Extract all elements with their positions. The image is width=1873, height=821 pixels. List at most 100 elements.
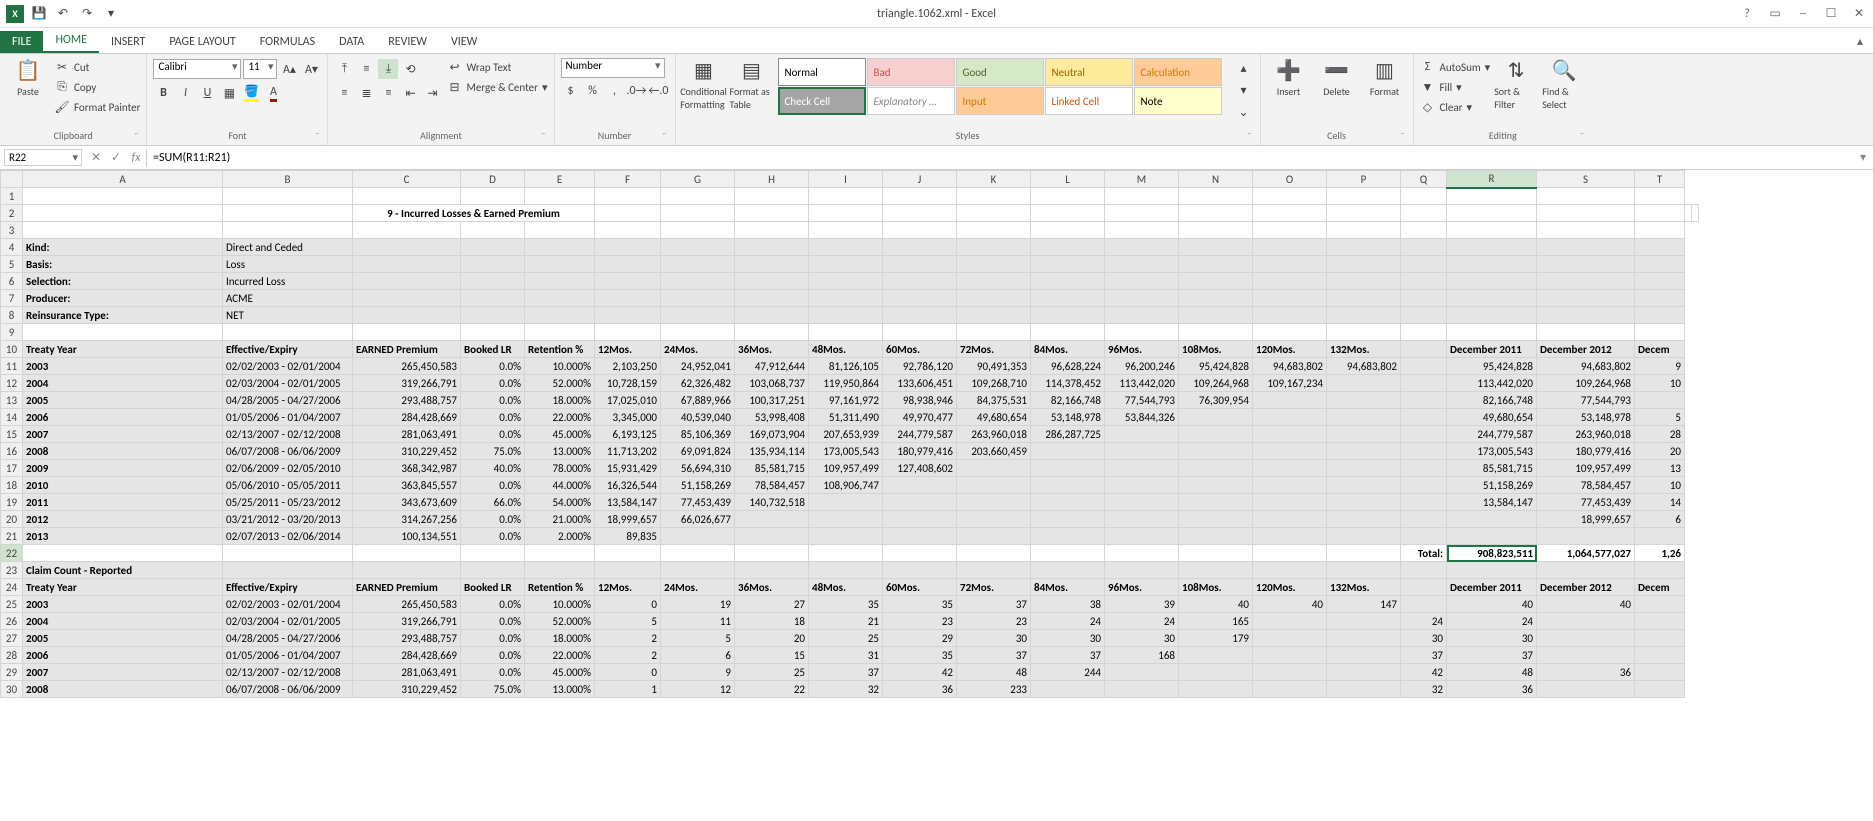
number-format-select[interactable]: Number bbox=[561, 58, 665, 78]
align-middle-button[interactable]: ≡ bbox=[356, 59, 376, 79]
cell-S27[interactable] bbox=[1537, 630, 1635, 647]
cell-G16[interactable]: 69,091,824 bbox=[661, 443, 735, 460]
cell-P18[interactable] bbox=[1327, 477, 1401, 494]
cell-P16[interactable] bbox=[1327, 443, 1401, 460]
cell-E25[interactable]: 10.000% bbox=[525, 596, 595, 613]
cell-T11[interactable]: 9 bbox=[1635, 358, 1685, 375]
cell-C27[interactable]: 293,488,757 bbox=[353, 630, 461, 647]
cell-K12[interactable]: 109,268,710 bbox=[957, 375, 1031, 392]
cell-F17[interactable]: 15,931,429 bbox=[595, 460, 661, 477]
cell-N6[interactable] bbox=[1179, 273, 1253, 290]
row-header-28[interactable]: 28 bbox=[1, 647, 23, 664]
cell-E8[interactable] bbox=[525, 307, 595, 324]
cell-P20[interactable] bbox=[1327, 511, 1401, 528]
dec-decimal-button[interactable]: ←.0 bbox=[649, 81, 669, 101]
cell-E6[interactable] bbox=[525, 273, 595, 290]
cell-D21[interactable]: 0.0% bbox=[461, 528, 525, 545]
cell-G20[interactable]: 66,026,677 bbox=[661, 511, 735, 528]
row-header-10[interactable]: 10 bbox=[1, 341, 23, 358]
cell-N26[interactable]: 165 bbox=[1179, 613, 1253, 630]
cell-H28[interactable]: 15 bbox=[735, 647, 809, 664]
cell-A26[interactable]: 2004 bbox=[23, 613, 223, 630]
cell-T17[interactable]: 13 bbox=[1635, 460, 1685, 477]
cell-J28[interactable]: 35 bbox=[883, 647, 957, 664]
row-header-11[interactable]: 11 bbox=[1, 358, 23, 375]
cell-R8[interactable] bbox=[1447, 307, 1537, 324]
cell-C15[interactable]: 281,063,491 bbox=[353, 426, 461, 443]
cell-S21[interactable] bbox=[1537, 528, 1635, 545]
cell-G30[interactable]: 12 bbox=[661, 681, 735, 698]
cell-R16[interactable]: 173,005,543 bbox=[1447, 443, 1537, 460]
cell-T9[interactable] bbox=[1635, 324, 1685, 341]
cell-S3[interactable] bbox=[1537, 222, 1635, 239]
cell-F23[interactable] bbox=[595, 562, 661, 579]
cell-F21[interactable]: 89,835 bbox=[595, 528, 661, 545]
cell-B11[interactable]: 02/02/2003 - 02/01/2004 bbox=[223, 358, 353, 375]
tab-formulas[interactable]: FORMULAS bbox=[248, 31, 327, 53]
cell-C28[interactable]: 284,428,669 bbox=[353, 647, 461, 664]
cell-F11[interactable]: 2,103,250 bbox=[595, 358, 661, 375]
cell-F6[interactable] bbox=[595, 273, 661, 290]
row-header-16[interactable]: 16 bbox=[1, 443, 23, 460]
cell-H15[interactable]: 169,073,904 bbox=[735, 426, 809, 443]
cell-R14[interactable]: 49,680,654 bbox=[1447, 409, 1537, 426]
cell-T7[interactable] bbox=[1635, 290, 1685, 307]
cell-B1[interactable] bbox=[223, 188, 353, 205]
qat-customize-icon[interactable]: ▾ bbox=[102, 5, 120, 23]
cell-A12[interactable]: 2004 bbox=[23, 375, 223, 392]
cell-Q14[interactable] bbox=[1401, 409, 1447, 426]
cell-C2[interactable]: 9 - Incurred Losses & Earned Premium bbox=[353, 205, 595, 222]
cell-H20[interactable] bbox=[735, 511, 809, 528]
cell-R20[interactable] bbox=[1447, 511, 1537, 528]
cell-M28[interactable]: 168 bbox=[1105, 647, 1179, 664]
cell-G1[interactable] bbox=[661, 188, 735, 205]
cell-A6[interactable]: Selection: bbox=[23, 273, 223, 290]
cell-K10[interactable]: 72Mos. bbox=[957, 341, 1031, 358]
cell-C12[interactable]: 319,266,791 bbox=[353, 375, 461, 392]
cell-J13[interactable]: 98,938,946 bbox=[883, 392, 957, 409]
cell-L16[interactable] bbox=[1031, 443, 1105, 460]
currency-button[interactable]: $ bbox=[561, 81, 581, 101]
cell-L8[interactable] bbox=[1031, 307, 1105, 324]
shrink-font-button[interactable]: A▾ bbox=[301, 59, 321, 79]
cell-T28[interactable] bbox=[1635, 647, 1685, 664]
cell-R19[interactable]: 13,584,147 bbox=[1447, 494, 1537, 511]
cell-G26[interactable]: 11 bbox=[661, 613, 735, 630]
cell-I19[interactable] bbox=[809, 494, 883, 511]
row-header-15[interactable]: 15 bbox=[1, 426, 23, 443]
cell-C14[interactable]: 284,428,669 bbox=[353, 409, 461, 426]
cell-Q26[interactable]: 24 bbox=[1401, 613, 1447, 630]
col-header-Q[interactable]: Q bbox=[1401, 171, 1447, 188]
save-button[interactable]: 💾 bbox=[30, 5, 48, 23]
cell-I18[interactable]: 108,906,747 bbox=[809, 477, 883, 494]
cell-A2[interactable] bbox=[23, 205, 223, 222]
cell-T30[interactable] bbox=[1635, 681, 1685, 698]
cell-T20[interactable]: 6 bbox=[1635, 511, 1685, 528]
cell-K3[interactable] bbox=[957, 222, 1031, 239]
cell-Q2[interactable] bbox=[1537, 205, 1635, 222]
row-header-6[interactable]: 6 bbox=[1, 273, 23, 290]
cell-A15[interactable]: 2007 bbox=[23, 426, 223, 443]
cell-D23[interactable] bbox=[461, 562, 525, 579]
cell-O26[interactable] bbox=[1253, 613, 1327, 630]
cell-J15[interactable]: 244,779,587 bbox=[883, 426, 957, 443]
cell-T1[interactable] bbox=[1635, 188, 1685, 205]
help-button[interactable]: ? bbox=[1737, 4, 1757, 24]
cell-R29[interactable]: 48 bbox=[1447, 664, 1537, 681]
col-header-P[interactable]: P bbox=[1327, 171, 1401, 188]
align-left-button[interactable]: ≡ bbox=[334, 83, 354, 103]
cell-R15[interactable]: 244,779,587 bbox=[1447, 426, 1537, 443]
worksheet-grid[interactable]: ABCDEFGHIJKLMNOPQRST129 - Incurred Losse… bbox=[0, 170, 1873, 790]
col-header-G[interactable]: G bbox=[661, 171, 735, 188]
cell-B6[interactable]: Incurred Loss bbox=[223, 273, 353, 290]
cell-B2[interactable] bbox=[223, 205, 353, 222]
cell-N23[interactable] bbox=[1179, 562, 1253, 579]
cell-G11[interactable]: 24,952,041 bbox=[661, 358, 735, 375]
cell-P30[interactable] bbox=[1327, 681, 1401, 698]
cell-H25[interactable]: 27 bbox=[735, 596, 809, 613]
cell-A25[interactable]: 2003 bbox=[23, 596, 223, 613]
cell-E20[interactable]: 21.000% bbox=[525, 511, 595, 528]
cell-Q5[interactable] bbox=[1401, 256, 1447, 273]
cell-O30[interactable] bbox=[1253, 681, 1327, 698]
cell-J24[interactable]: 60Mos. bbox=[883, 579, 957, 596]
